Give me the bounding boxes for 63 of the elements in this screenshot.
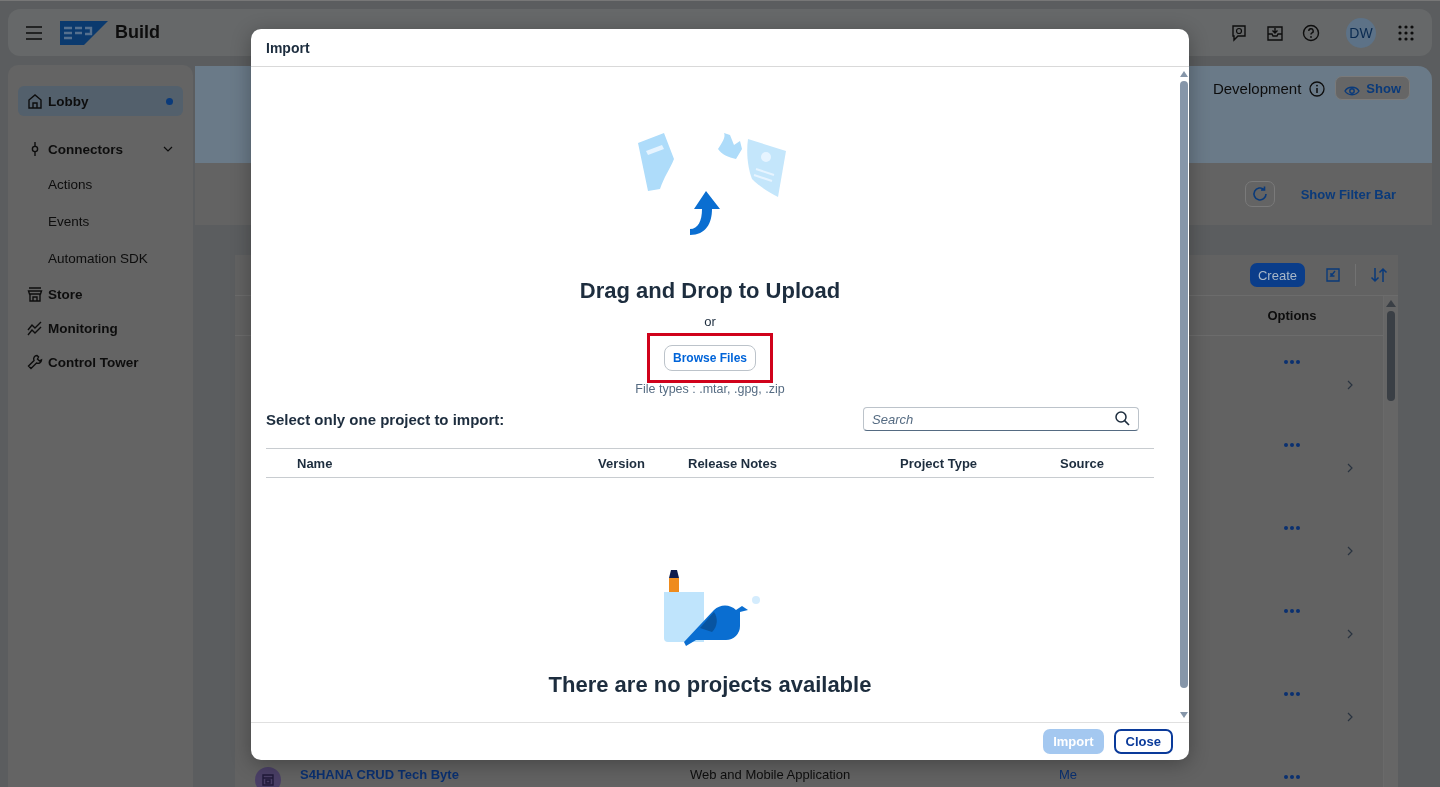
logo-icon[interactable] bbox=[60, 20, 108, 45]
more-icon[interactable] bbox=[1284, 526, 1300, 530]
create-button[interactable]: Create bbox=[1249, 263, 1305, 287]
show-filter-bar-link[interactable]: Show Filter Bar bbox=[1300, 186, 1396, 202]
more-icon[interactable] bbox=[1284, 443, 1300, 447]
show-button[interactable]: Show bbox=[1335, 76, 1410, 100]
app-grid-icon[interactable] bbox=[1398, 24, 1414, 41]
column-header: Options bbox=[1266, 308, 1318, 323]
help-icon[interactable] bbox=[1302, 23, 1320, 42]
column-header: Release Notes bbox=[688, 455, 778, 471]
import-icon[interactable] bbox=[1325, 267, 1341, 283]
home-icon bbox=[27, 93, 43, 109]
chevron-icon[interactable] bbox=[1347, 712, 1353, 722]
column-header: Name bbox=[297, 455, 334, 471]
nav-item[interactable]: Store bbox=[18, 279, 183, 309]
search-icon[interactable] bbox=[1115, 411, 1130, 426]
table-cell-text: Web and Mobile Application bbox=[690, 767, 852, 782]
more-icon[interactable] bbox=[1284, 360, 1300, 364]
more-icon[interactable] bbox=[1284, 775, 1300, 779]
nav-subitem[interactable]: Actions bbox=[18, 168, 183, 201]
eye-icon bbox=[1344, 84, 1361, 97]
more-icon[interactable] bbox=[1284, 609, 1300, 613]
chevron-icon[interactable] bbox=[1347, 546, 1353, 556]
more-icon[interactable] bbox=[1284, 692, 1300, 696]
nav-subitem[interactable]: Automation SDK bbox=[18, 242, 183, 275]
line-chart-icon bbox=[27, 320, 43, 336]
store-icon bbox=[27, 286, 43, 302]
user-avatar[interactable]: DW bbox=[1346, 17, 1376, 48]
chevron-icon[interactable] bbox=[1347, 629, 1353, 639]
or-label: or bbox=[704, 314, 716, 329]
sort-icon[interactable] bbox=[1370, 267, 1388, 283]
instruction-label: Select only one project to import: bbox=[266, 410, 505, 428]
nav-item[interactable]: Monitoring bbox=[18, 313, 183, 343]
nav-item[interactable]: Lobby bbox=[18, 86, 183, 116]
search-field[interactable]: Search bbox=[863, 407, 1139, 431]
owner-link[interactable]: Me bbox=[1059, 767, 1237, 782]
info-icon[interactable] bbox=[1309, 81, 1326, 97]
refresh-icon bbox=[1250, 185, 1269, 203]
nav-subitem[interactable]: Events bbox=[18, 205, 183, 238]
inbox-icon[interactable] bbox=[1266, 23, 1284, 42]
chevron-icon[interactable] bbox=[163, 146, 173, 152]
project-name-link[interactable]: S4HANA CRUD Tech Byte bbox=[300, 767, 690, 782]
app-title: Build bbox=[115, 22, 160, 43]
close-button[interactable]: Close bbox=[1113, 729, 1173, 754]
column-header: Source bbox=[1060, 455, 1105, 471]
nav-item[interactable]: Control Tower bbox=[18, 347, 183, 377]
drop-heading: Drag and Drop to Upload bbox=[579, 278, 841, 304]
chevron-icon[interactable] bbox=[1347, 380, 1353, 390]
file-types-hint: File types : .mtar, .gpg, .zip bbox=[635, 382, 785, 396]
column-header: Version bbox=[598, 455, 646, 471]
column-header: Project Type bbox=[900, 455, 979, 471]
chevron-icon[interactable] bbox=[1347, 463, 1353, 473]
app-icon bbox=[255, 767, 281, 787]
browse-files-button[interactable]: Browse Files bbox=[664, 345, 756, 371]
scrollbar[interactable] bbox=[1383, 296, 1398, 787]
feedback-icon[interactable] bbox=[1230, 23, 1248, 42]
refresh-button[interactable] bbox=[1244, 181, 1275, 207]
environment-label: Development bbox=[1212, 79, 1302, 99]
nav-item[interactable]: Connectors bbox=[18, 134, 183, 164]
dialog-title: Import bbox=[266, 39, 310, 56]
menu-icon[interactable] bbox=[26, 25, 42, 40]
wrench-icon bbox=[27, 354, 43, 370]
empty-state-message: There are no projects available bbox=[548, 672, 872, 698]
